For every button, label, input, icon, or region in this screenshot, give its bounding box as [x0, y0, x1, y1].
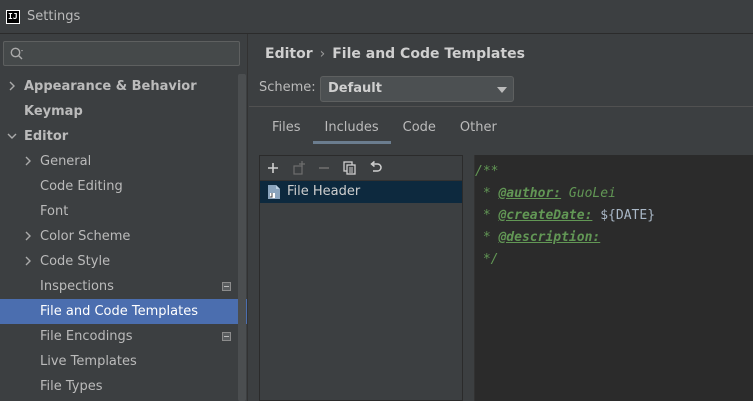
project-level-icon [222, 332, 231, 341]
sidebar-item-label: File Types [40, 379, 103, 394]
sidebar-item-editor[interactable]: Editor [0, 124, 247, 149]
plus-icon[interactable] [265, 160, 281, 176]
sidebar-item-label: Keymap [24, 104, 83, 119]
list-item-file-header[interactable]: File Header [260, 181, 462, 203]
sidebar-item-label: Appearance & Behavior [24, 79, 197, 94]
scheme-label: Scheme: [259, 80, 316, 95]
minus-icon[interactable] [316, 160, 332, 176]
sidebar-item-code-editing[interactable]: Code Editing [0, 174, 247, 199]
project-level-icon [222, 282, 231, 291]
sidebar-item-label: Color Scheme [40, 229, 131, 244]
sidebar-item-label: File Encodings [40, 329, 133, 344]
tab-includes[interactable]: Includes [312, 116, 391, 144]
sidebar-item-keymap[interactable]: Keymap [0, 99, 247, 124]
scheme-value: Default [328, 81, 382, 96]
breadcrumb-current: File and Code Templates [332, 46, 525, 62]
file-template-icon [268, 185, 280, 199]
sidebar-item-label: Code Style [40, 254, 111, 269]
sidebar-item-general[interactable]: General [0, 149, 247, 174]
sidebar-item-label: Font [40, 204, 69, 219]
sidebar-item-label: Inspections [40, 279, 114, 294]
breadcrumb-parent[interactable]: Editor [265, 46, 313, 62]
sidebar-item-code-style[interactable]: Code Style [0, 249, 247, 274]
search-icon [10, 47, 23, 60]
sidebar-item-color-scheme[interactable]: Color Scheme [0, 224, 247, 249]
sidebar-item-file-types[interactable]: File Types [0, 374, 247, 399]
chevron-right-icon[interactable] [6, 80, 18, 92]
tab-code[interactable]: Code [391, 116, 448, 144]
tab-files[interactable]: Files [260, 116, 313, 144]
scheme-dropdown[interactable]: Default [320, 76, 514, 102]
sidebar-item-label: File and Code Templates [40, 304, 198, 319]
chevron-down-icon[interactable] [6, 130, 18, 142]
divider [249, 106, 753, 107]
sidebar-item-label: Editor [24, 129, 69, 144]
settings-content: Editor › File and Code Templates Scheme: D… [249, 34, 753, 401]
code-line: * @createDate: ${DATE} [475, 208, 656, 223]
sidebar-scrollbar[interactable] [238, 74, 246, 401]
list-item-label: File Header [287, 184, 361, 199]
sidebar-item-live-templates[interactable]: Live Templates [0, 349, 247, 374]
sidebar-item-file-encodings[interactable]: File Encodings [0, 324, 247, 349]
tab-other[interactable]: Other [448, 116, 509, 144]
template-variable: ${DATE} [600, 208, 656, 223]
dropdown-arrow-icon [497, 87, 507, 93]
code-line: /** [475, 164, 499, 179]
search-input[interactable] [3, 41, 240, 66]
copy-icon[interactable] [342, 160, 358, 176]
window-title: Settings [27, 9, 81, 24]
breadcrumb-separator: › [319, 46, 326, 62]
settings-tree: Appearance & Behavior Keymap Editor Gene… [0, 74, 247, 399]
doc-tag: @createDate: [498, 208, 593, 223]
sidebar-item-label: Live Templates [40, 354, 137, 369]
sidebar-item-inspections[interactable]: Inspections [0, 274, 247, 299]
sidebar-item-file-and-code-templates[interactable]: File and Code Templates [0, 299, 247, 324]
doc-tag: @description: [498, 230, 601, 245]
chevron-right-icon[interactable] [22, 230, 34, 242]
undo-icon[interactable] [368, 160, 384, 176]
template-list-panel: File Header [259, 155, 463, 401]
settings-sidebar: Appearance & Behavior Keymap Editor Gene… [0, 34, 248, 401]
doc-tag: @author: [498, 186, 562, 201]
sidebar-item-appearance-behavior[interactable]: Appearance & Behavior [0, 74, 247, 99]
sidebar-item-label: Code Editing [40, 179, 123, 194]
chevron-right-icon[interactable] [22, 155, 34, 167]
template-tabs: Files Includes Code Other [260, 116, 509, 144]
code-line: * @description: [475, 230, 601, 245]
title-bar: IJ Settings [0, 0, 753, 34]
code-line: */ [475, 252, 499, 267]
breadcrumb: Editor › File and Code Templates [265, 46, 525, 62]
code-line: * @author: GuoLei [475, 186, 616, 201]
intellij-icon: IJ [6, 9, 20, 24]
template-toolbar [260, 156, 462, 181]
add-child-icon[interactable] [291, 160, 307, 176]
template-editor[interactable]: /** * @author: GuoLei * @createDate: ${D… [474, 155, 753, 401]
sidebar-item-label: General [40, 154, 92, 169]
sidebar-item-font[interactable]: Font [0, 199, 247, 224]
chevron-right-icon[interactable] [22, 255, 34, 267]
